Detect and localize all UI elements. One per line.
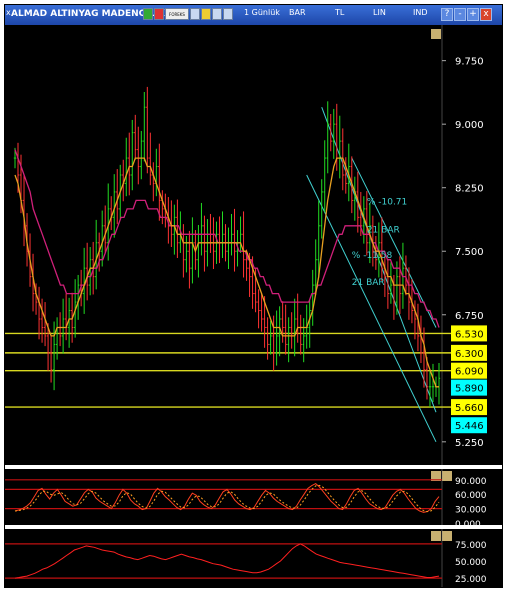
chart-style-selector[interactable]: BAR [289, 8, 306, 17]
osc-tick-label: 75.000 [455, 541, 487, 551]
chart-window: x ALMAD ALTINYAG MADENCILIK V FOREKS 1 G… [4, 4, 503, 588]
help-button[interactable]: ? [441, 8, 453, 21]
level-label: 6.090 [455, 367, 484, 378]
minimize-button[interactable]: - [454, 8, 466, 21]
price-tick-label: 7.500 [455, 247, 484, 258]
price-tick-label: 8.250 [455, 184, 484, 195]
measure-annotation: 21 BAR [352, 278, 385, 288]
forex-badge[interactable]: FOREKS [165, 8, 189, 20]
chart-area[interactable]: 9.750 9.000 8.250 7.500 6.750 5.250 % -10.71 2… [5, 25, 502, 587]
measure-annotation: % -10.71 [367, 198, 407, 208]
price-tick-label: 9.750 [455, 57, 484, 68]
price-tick-label: 9.000 [455, 120, 484, 131]
timeframe-selector[interactable]: 1 Günlük [244, 8, 280, 17]
template-icon[interactable] [212, 8, 222, 20]
price-tick-label: 6.750 [455, 311, 484, 322]
osc-tick-label: 50.000 [455, 558, 487, 568]
rsi-tick-label: 90.000 [455, 477, 487, 487]
close-button[interactable]: x [480, 8, 492, 21]
level-label: 5.446 [455, 421, 484, 432]
price-panel[interactable]: 9.750 9.000 8.250 7.500 6.750 5.250 % -10.71 2… [5, 25, 502, 465]
window-titlebar: x ALMAD ALTINYAG MADENCILIK V FOREKS 1 G… [5, 5, 502, 25]
level-label: 5.890 [455, 384, 484, 395]
rsi-panel[interactable]: 90.00060.00030.0000.000 [5, 469, 502, 530]
oscillator-panel[interactable]: 75.000 50.000 25.000 [5, 529, 502, 587]
osc-panel-icon-2[interactable] [442, 531, 452, 541]
panel-separator-2[interactable] [5, 525, 502, 529]
add-button[interactable]: + [467, 8, 479, 21]
osc-tick-label: 25.000 [455, 575, 487, 585]
measure-annotation: % -11.58 [352, 251, 393, 261]
level-label: 5.660 [455, 403, 484, 414]
alarm-icon[interactable] [154, 8, 164, 20]
panel-separator[interactable] [5, 465, 502, 469]
settings-icon[interactable] [223, 8, 233, 20]
rsi-tick-label: 30.000 [455, 506, 487, 516]
panel-lock-icon[interactable] [431, 29, 441, 39]
currency-selector[interactable]: TL [335, 8, 344, 17]
indicator-icon[interactable] [143, 8, 153, 20]
compare-icon[interactable] [190, 8, 200, 20]
level-label: 6.300 [455, 349, 484, 360]
rsi-panel-icon-2[interactable] [442, 471, 452, 481]
scale-mode-selector[interactable]: LIN [373, 8, 386, 17]
osc-panel-icon[interactable] [431, 531, 441, 541]
level-label: 6.530 [455, 329, 484, 340]
rsi-tick-label: 60.000 [455, 491, 487, 501]
rsi-panel-bg [5, 469, 502, 525]
price-tick-label: 5.250 [455, 438, 484, 449]
indicator-menu[interactable]: IND [413, 8, 428, 17]
measure-annotation: 21 BAR [367, 226, 400, 236]
toolbar-icons: FOREKS [143, 8, 233, 22]
drawing-icon[interactable] [201, 8, 211, 20]
